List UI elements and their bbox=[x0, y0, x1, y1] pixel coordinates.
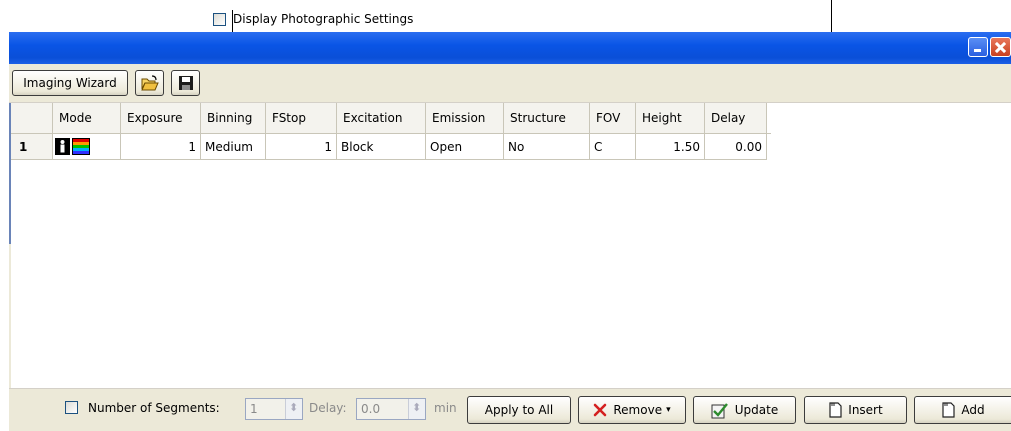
cell-height[interactable]: 1.50 bbox=[636, 134, 705, 160]
open-button[interactable] bbox=[135, 70, 164, 96]
column-header-exposure[interactable]: Exposure bbox=[121, 103, 201, 133]
column-header-fstop[interactable]: FStop bbox=[266, 103, 337, 133]
cell-fov[interactable]: C bbox=[590, 134, 636, 160]
column-header-excitation[interactable]: Excitation bbox=[337, 103, 426, 133]
spectrum-icon bbox=[72, 138, 90, 155]
close-button[interactable] bbox=[990, 37, 1011, 57]
insert-page-icon bbox=[829, 402, 842, 418]
segments-value: 1 bbox=[250, 402, 258, 416]
minimize-button[interactable] bbox=[968, 37, 988, 57]
cell-fstop[interactable]: 1 bbox=[266, 134, 337, 160]
floppy-disk-icon bbox=[178, 76, 193, 90]
update-label: Update bbox=[734, 403, 779, 417]
delay-label: Delay: bbox=[309, 401, 347, 415]
cell-mode[interactable] bbox=[53, 134, 121, 160]
apply-to-all-button[interactable]: Apply to All bbox=[467, 396, 571, 424]
red-x-icon bbox=[594, 403, 607, 417]
column-header-structure[interactable]: Structure bbox=[504, 103, 590, 133]
display-photographic-settings-label: Display Photographic Settings bbox=[233, 12, 414, 26]
sequence-table: Mode Exposure Binning FStop Excitation E… bbox=[11, 103, 1011, 388]
save-button[interactable] bbox=[171, 70, 200, 96]
cell-exposure[interactable]: 1 bbox=[121, 134, 201, 160]
open-folder-icon bbox=[140, 75, 159, 91]
display-photographic-settings-checkbox[interactable] bbox=[213, 13, 226, 26]
column-header-mode[interactable]: Mode bbox=[53, 103, 121, 133]
row-number[interactable]: 1 bbox=[11, 134, 53, 160]
dropdown-arrow-icon[interactable]: ▾ bbox=[666, 405, 671, 415]
cell-excitation[interactable]: Block bbox=[337, 134, 426, 160]
segments-spinner[interactable]: 1 bbox=[245, 398, 303, 420]
cell-structure[interactable]: No bbox=[504, 134, 590, 160]
remove-label: Remove bbox=[613, 403, 663, 417]
insert-label: Insert bbox=[848, 403, 883, 417]
add-button[interactable]: Add bbox=[914, 396, 1011, 424]
insert-button[interactable]: Insert bbox=[804, 396, 907, 424]
delay-spin-arrows-icon[interactable] bbox=[408, 399, 425, 419]
column-header-binning[interactable]: Binning bbox=[201, 103, 266, 133]
number-of-segments-checkbox[interactable] bbox=[65, 401, 78, 414]
column-header-height[interactable]: Height bbox=[636, 103, 705, 133]
update-check-icon bbox=[711, 402, 728, 418]
remove-button[interactable]: Remove ▾ bbox=[578, 396, 686, 424]
imaging-wizard-button[interactable]: Imaging Wizard bbox=[12, 70, 128, 96]
add-label: Add bbox=[961, 403, 985, 417]
cell-delay[interactable]: 0.00 bbox=[705, 134, 767, 160]
cell-binning[interactable]: Medium bbox=[201, 134, 266, 160]
toolbar: Imaging Wizard bbox=[9, 64, 1011, 103]
title-bar bbox=[9, 32, 1011, 64]
row-header-corner bbox=[11, 103, 53, 133]
segments-spin-arrows-icon[interactable] bbox=[285, 399, 302, 419]
column-header-delay[interactable]: Delay bbox=[705, 103, 767, 133]
apply-to-all-label: Apply to All bbox=[484, 403, 554, 417]
add-page-icon bbox=[942, 402, 955, 418]
light-mode-icon bbox=[55, 138, 70, 155]
number-of-segments-label: Number of Segments: bbox=[88, 401, 220, 415]
delay-spinner[interactable]: 0.0 bbox=[356, 398, 426, 420]
column-header-fov[interactable]: FOV bbox=[590, 103, 636, 133]
update-button[interactable]: Update bbox=[693, 396, 796, 424]
cell-emission[interactable]: Open bbox=[426, 134, 504, 160]
column-header-emission[interactable]: Emission bbox=[426, 103, 504, 133]
delay-value: 0.0 bbox=[361, 402, 381, 416]
minutes-unit-label: min bbox=[434, 401, 457, 415]
